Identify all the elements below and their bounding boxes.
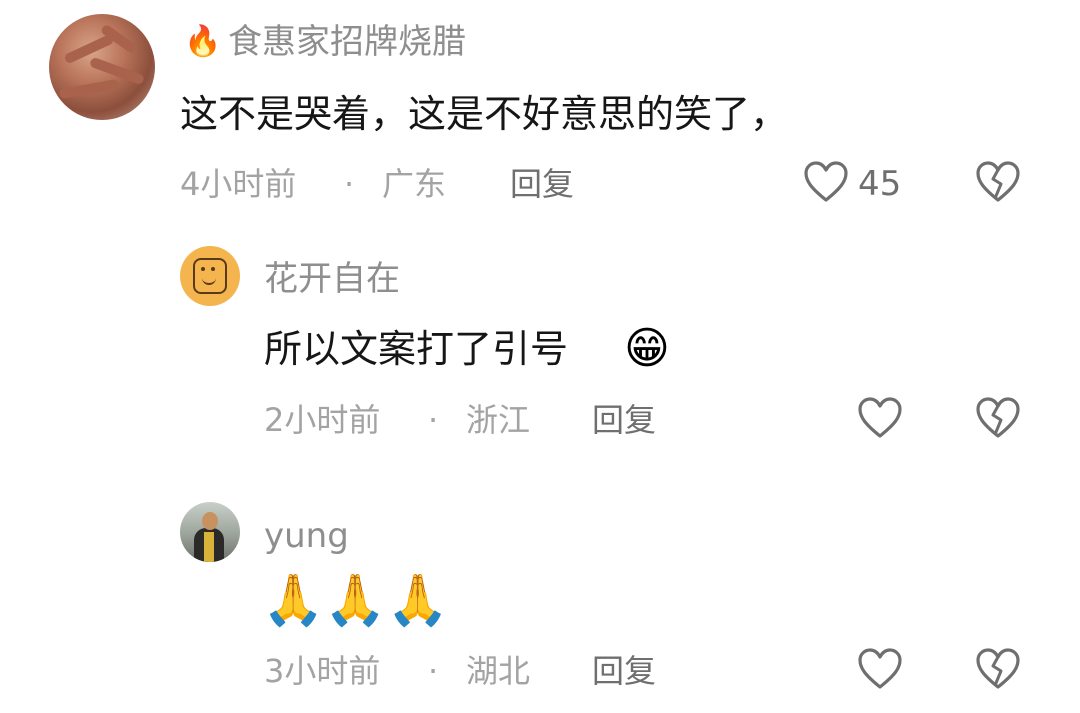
avatar-yung[interactable] — [180, 502, 240, 562]
comment-time: 2小时前 — [264, 401, 381, 439]
heart-outline-icon[interactable] — [857, 647, 903, 691]
broken-heart-icon[interactable] — [975, 396, 1021, 440]
comment-location: 浙江 — [466, 401, 531, 439]
broken-heart-icon[interactable] — [975, 160, 1021, 204]
comment-time: 3小时前 — [264, 652, 381, 690]
like-count: 45 — [858, 164, 902, 204]
avatar-shihuijia[interactable] — [49, 14, 155, 120]
reply-button[interactable]: 回复 — [592, 651, 656, 691]
fire-icon: 🔥 — [184, 24, 222, 59]
comment-location: 湖北 — [466, 652, 531, 690]
avatar-huakaizizai[interactable] — [180, 246, 240, 306]
comment-location: 广东 — [382, 165, 447, 203]
comment-username[interactable]: 食惠家招牌烧腊 — [228, 22, 466, 62]
heart-outline-icon[interactable] — [857, 396, 903, 440]
folded-hands-emoji: 🙏🙏🙏 — [262, 571, 449, 629]
broken-heart-icon[interactable] — [975, 647, 1021, 691]
meta-separator: · — [428, 401, 439, 439]
comment-text: 这不是哭着，这是不好意思的笑了， — [180, 92, 789, 136]
meta-separator: · — [428, 652, 439, 690]
comment-username[interactable]: 花开自在 — [264, 259, 400, 299]
comment-text: 所以文案打了引号 — [264, 327, 569, 371]
comment-username[interactable]: yung — [264, 516, 349, 556]
reply-button[interactable]: 回复 — [510, 164, 574, 204]
grinning-face-emoji: 😁 — [624, 323, 670, 374]
reply-button[interactable]: 回复 — [592, 400, 656, 440]
comment-time: 4小时前 — [180, 165, 297, 203]
heart-outline-icon[interactable] — [803, 160, 849, 204]
meta-separator: · — [344, 165, 355, 203]
